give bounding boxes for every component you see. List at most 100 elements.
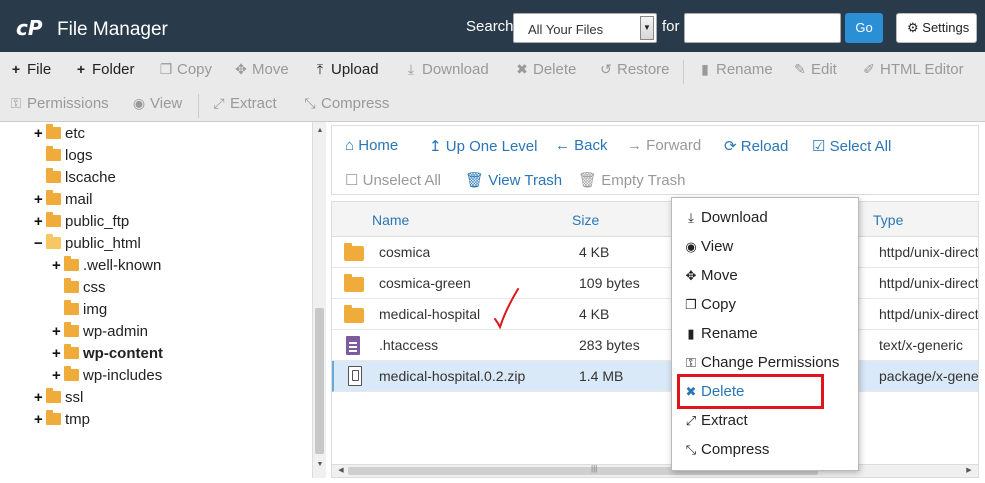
go-button[interactable]: Go <box>845 13 883 43</box>
check-mark-annotation-icon <box>494 288 519 330</box>
table-row[interactable]: .htaccess 283 bytes text/x-generic <box>332 330 978 361</box>
extract-button[interactable]: ⤢ Extract <box>211 95 276 112</box>
expand-icon[interactable]: + <box>52 256 64 276</box>
tree-item-css[interactable]: css <box>52 278 106 298</box>
expand-icon[interactable]: + <box>52 322 64 342</box>
context-menu-compress[interactable]: ⤡ Compress <box>684 441 770 458</box>
search-scope-value: All Your Files <box>528 22 604 37</box>
column-header-size[interactable]: Size <box>572 212 599 228</box>
tree-item-mail[interactable]: + mail <box>34 190 93 210</box>
home-icon: ⌂ <box>345 137 355 154</box>
collapse-icon[interactable]: − <box>34 234 46 254</box>
file-icon: ▮ <box>687 326 695 341</box>
folder-icon <box>46 388 61 403</box>
tree-item-ssl[interactable]: + ssl <box>34 388 83 408</box>
reload-button[interactable]: ⟳ Reload <box>724 137 788 155</box>
permissions-button[interactable]: ⚿ Permissions <box>8 95 109 112</box>
scroll-right-icon[interactable]: ▶ <box>962 464 976 478</box>
expand-icon[interactable]: + <box>34 124 46 144</box>
rename-button[interactable]: ▮ Rename <box>697 61 773 78</box>
scrollbar-thumb[interactable] <box>315 308 324 454</box>
unselect-all-button[interactable]: ☐ Unselect All <box>345 171 441 189</box>
expand-icon[interactable]: + <box>52 366 64 386</box>
folder-icon <box>46 212 61 227</box>
folder-open-icon <box>46 234 61 249</box>
download-button[interactable]: ⤓ Download <box>403 61 489 78</box>
view-button[interactable]: ◉ View <box>131 95 182 112</box>
html-editor-button[interactable]: ✐ HTML Editor <box>861 61 964 78</box>
context-menu-view[interactable]: ◉ View <box>684 238 733 255</box>
folder-icon <box>46 168 61 183</box>
compress-icon: ⤡ <box>304 95 316 111</box>
context-menu-download[interactable]: ⤓ Download <box>684 209 768 226</box>
grip-icon: ||| <box>591 464 598 473</box>
expand-icon[interactable]: + <box>34 410 46 430</box>
file-icon: ▮ <box>701 61 709 77</box>
tree-item-logs[interactable]: logs <box>34 146 93 166</box>
settings-button[interactable]: ⚙ Settings <box>896 13 977 43</box>
home-button[interactable]: ⌂ Home <box>345 137 398 154</box>
checkbox-empty-icon: ☐ <box>345 172 359 189</box>
upload-button[interactable]: ⤒ Upload <box>312 61 379 78</box>
new-folder-button[interactable]: + Folder <box>73 61 135 78</box>
compress-button[interactable]: ⤡ Compress <box>302 95 389 112</box>
tree-item-public-ftp[interactable]: + public_ftp <box>34 212 129 232</box>
context-menu-copy[interactable]: ❐ Copy <box>684 296 736 313</box>
expand-icon[interactable]: + <box>34 388 46 408</box>
table-row[interactable]: cosmica 4 KB httpd/unix-directory <box>332 237 978 268</box>
trash-icon: 🗑 <box>578 172 598 189</box>
new-file-button[interactable]: + File <box>8 61 51 78</box>
directory-tree: + etc logs lscache + mail + public_ftp − pub… <box>0 122 326 483</box>
restore-button[interactable]: ↺ Restore <box>598 61 669 78</box>
up-one-level-button[interactable]: ↥ Up One Level <box>429 137 537 155</box>
select-all-button[interactable]: ☑ Select All <box>812 137 891 155</box>
expand-icon[interactable]: + <box>34 212 46 232</box>
toolbar-divider <box>198 94 199 118</box>
tree-item-lscache[interactable]: lscache <box>34 168 116 188</box>
folder-icon <box>344 305 364 323</box>
tree-item-public-html[interactable]: − public_html <box>34 234 141 254</box>
move-icon: ✥ <box>235 61 247 77</box>
forward-button[interactable]: → Forward <box>627 137 701 154</box>
search-scope-select[interactable]: All Your Files ▼ <box>513 13 657 43</box>
eye-icon: ◉ <box>132 95 146 111</box>
scroll-down-icon[interactable]: ▼ <box>313 458 327 472</box>
scroll-up-icon[interactable]: ▲ <box>313 124 327 138</box>
folder-icon <box>46 146 61 161</box>
move-button[interactable]: ✥ Move <box>233 61 289 78</box>
context-menu-extract[interactable]: ⤢ Extract <box>684 412 748 429</box>
tree-item-img[interactable]: img <box>52 300 107 320</box>
file-list-table: Name Size Type cosmica 4 KB httpd/unix-d… <box>331 201 979 478</box>
toolbar-divider <box>683 60 684 84</box>
expand-icon[interactable]: + <box>34 190 46 210</box>
context-menu-change-permissions[interactable]: ⚿ Change Permissions <box>684 354 839 371</box>
context-menu-rename[interactable]: ▮ Rename <box>684 325 757 342</box>
tree-item-etc[interactable]: + etc <box>34 124 85 144</box>
column-header-name[interactable]: Name <box>372 212 409 228</box>
tree-item-wp-admin[interactable]: + wp-admin <box>52 322 148 342</box>
key-icon: ⚿ <box>686 355 696 370</box>
copy-button[interactable]: ❐ Copy <box>158 61 212 78</box>
tree-item-tmp[interactable]: + tmp <box>34 410 90 430</box>
edit-button[interactable]: ✎ Edit <box>792 61 837 78</box>
expand-icon[interactable]: + <box>52 344 64 364</box>
scroll-left-icon[interactable]: ◀ <box>334 464 348 478</box>
search-input[interactable] <box>684 13 841 43</box>
undo-icon: ↺ <box>600 61 612 77</box>
tree-item-wp-content[interactable]: + wp-content <box>52 344 163 364</box>
table-horizontal-scrollbar[interactable]: ◀ ||| ▶ <box>332 464 978 477</box>
back-button[interactable]: ← Back <box>555 137 608 154</box>
table-row-selected[interactable]: medical-hospital.0.2.zip 1.4 MB package/… <box>332 361 978 392</box>
view-trash-button[interactable]: 🗑 View Trash <box>465 171 562 189</box>
delete-button[interactable]: ✖ Delete <box>514 61 576 78</box>
folder-icon <box>46 124 61 139</box>
empty-trash-button[interactable]: 🗑 Empty Trash <box>578 171 685 189</box>
download-icon: ⤓ <box>407 61 415 77</box>
table-row[interactable]: medical-hospital 4 KB httpd/unix-directo… <box>332 299 978 330</box>
column-header-type[interactable]: Type <box>873 212 903 228</box>
tree-item-wp-includes[interactable]: + wp-includes <box>52 366 162 386</box>
tree-item-well-known[interactable]: + .well-known <box>52 256 161 276</box>
context-menu-move[interactable]: ✥ Move <box>684 267 738 284</box>
tree-scrollbar[interactable]: ▲ ▼ <box>312 122 326 478</box>
table-row[interactable]: cosmica-green 109 bytes httpd/unix-direc… <box>332 268 978 299</box>
